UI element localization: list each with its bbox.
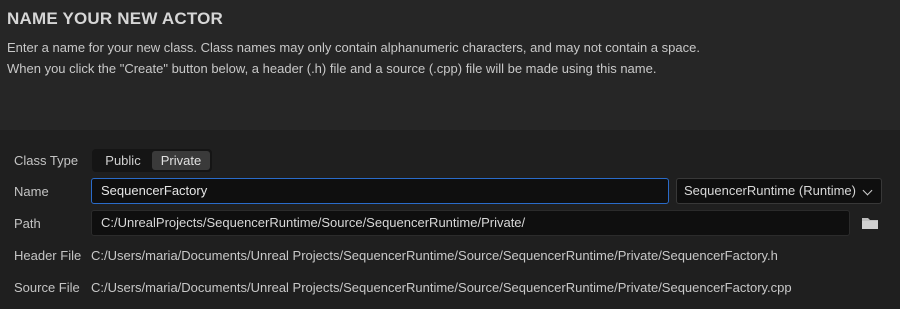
path-input[interactable]: C:/UnrealProjects/SequencerRuntime/Sourc… [91,210,850,236]
name-label: Name [14,184,49,199]
module-select-value: SequencerRuntime (Runtime) [684,183,856,198]
browse-folder-button[interactable] [860,215,880,231]
header-file-path: C:/Users/maria/Documents/Unreal Projects… [91,248,778,263]
path-label: Path [14,216,41,231]
header-section: NAME YOUR NEW ACTOR Enter a name for you… [0,0,900,130]
module-select[interactable]: SequencerRuntime (Runtime) [676,178,882,204]
chevron-down-icon [862,185,873,196]
class-name-input[interactable]: SequencerFactory [91,178,669,204]
description-line-2: When you click the "Create" button below… [7,61,657,76]
folder-icon [862,218,878,229]
class-type-toggle: Public Private [92,149,212,172]
source-file-path: C:/Users/maria/Documents/Unreal Projects… [91,280,792,295]
dialog-title: NAME YOUR NEW ACTOR [7,9,223,28]
header-file-label: Header File [14,248,82,263]
class-type-private-option[interactable]: Private [152,151,210,170]
source-file-label: Source File [14,280,80,295]
description-line-1: Enter a name for your new class. Class n… [7,40,700,55]
class-type-public-option[interactable]: Public [94,151,152,170]
class-type-label: Class Type [14,153,79,168]
